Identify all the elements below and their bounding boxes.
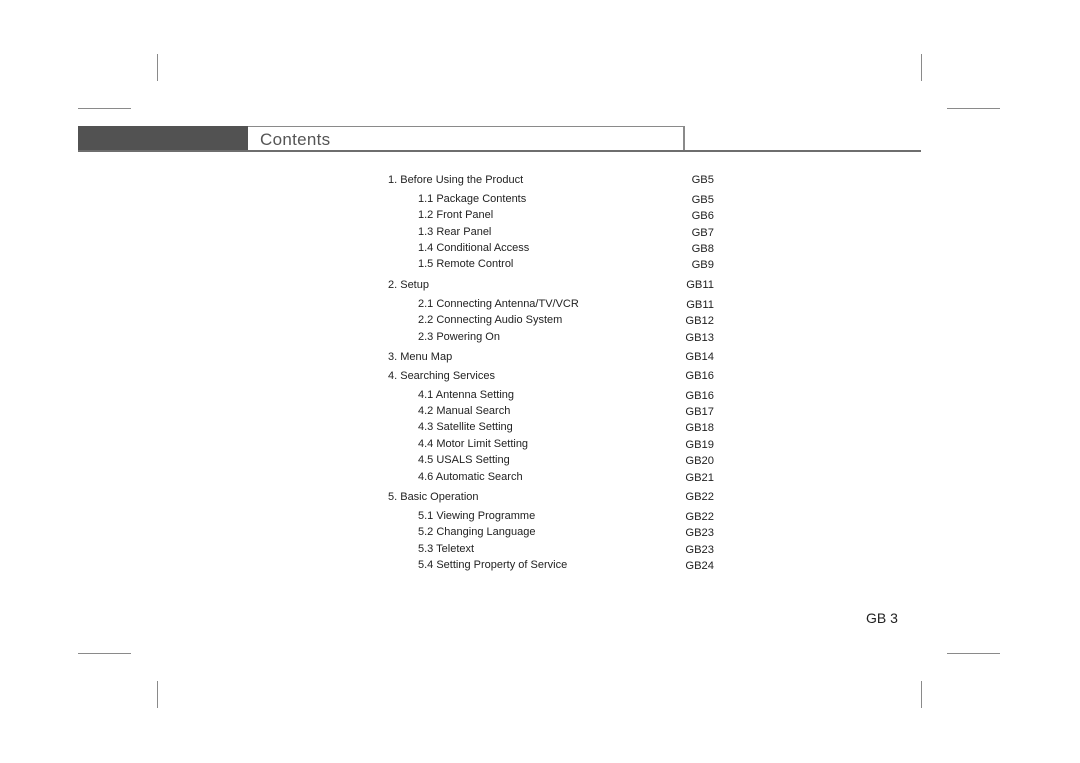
toc-item-label: 4.4 Motor Limit Setting bbox=[418, 437, 529, 450]
toc-item-page: GB23 bbox=[685, 543, 714, 556]
crop-mark-bottom-left-horizontal bbox=[78, 653, 131, 654]
toc-item-label: 5.4 Setting Property of Service bbox=[418, 559, 568, 572]
toc-item-label: 5.1 Viewing Programme bbox=[418, 509, 536, 522]
toc-section-page: GB5 bbox=[691, 174, 714, 186]
toc-item-label: 2.1 Connecting Antenna/TV/VCR bbox=[418, 297, 579, 310]
header-rule bbox=[78, 150, 921, 152]
toc-section[interactable]: 2. Setup GB11 bbox=[388, 277, 714, 293]
toc-item-page: GB21 bbox=[685, 471, 714, 484]
toc-item-label: 4.1 Antenna Setting bbox=[418, 388, 515, 401]
toc-item[interactable]: 1.1 Package Contents GB5 bbox=[388, 191, 714, 207]
page-number: GB 3 bbox=[866, 610, 898, 626]
toc-section-label: 5. Basic Operation bbox=[388, 491, 479, 504]
toc-section[interactable]: 1. Before Using the Product GB5 bbox=[388, 172, 714, 188]
toc-item-label: 2.3 Powering On bbox=[418, 330, 500, 343]
toc-spacer bbox=[388, 273, 714, 275]
toc-item[interactable]: 1.3 Rear Panel GB7 bbox=[388, 224, 714, 240]
toc-item-page: GB24 bbox=[685, 560, 714, 573]
toc-section-label: 2. Setup bbox=[388, 278, 429, 291]
toc-item[interactable]: 4.2 Manual Search GB17 bbox=[388, 403, 714, 419]
toc-item-page: GB8 bbox=[691, 243, 714, 256]
crop-mark-bottom-right-horizontal bbox=[947, 653, 1000, 654]
toc-item[interactable]: 4.1 Antenna Setting GB16 bbox=[388, 387, 714, 403]
toc-item[interactable]: 4.6 Automatic Search GB21 bbox=[388, 469, 714, 485]
toc-item-page: GB18 bbox=[685, 422, 714, 435]
toc-item-label: 5.3 Teletext bbox=[418, 542, 475, 555]
toc-section-page: GB22 bbox=[685, 491, 714, 504]
toc-item-page: GB11 bbox=[686, 298, 714, 311]
toc-section[interactable]: 3. Menu Map GB14 bbox=[388, 349, 714, 365]
toc-item-label: 1.4 Conditional Access bbox=[418, 242, 530, 255]
crop-mark-bottom-left-vertical bbox=[157, 681, 158, 708]
toc-item-page: GB17 bbox=[685, 406, 714, 419]
crop-mark-top-right-horizontal bbox=[947, 108, 1000, 109]
toc-item[interactable]: 4.4 Motor Limit Setting GB19 bbox=[388, 436, 714, 452]
toc-spacer bbox=[388, 345, 714, 347]
toc-item[interactable]: 1.4 Conditional Access GB8 bbox=[388, 240, 714, 256]
table-of-contents: 1. Before Using the Product GB5 1.1 Packag… bbox=[388, 172, 714, 573]
toc-item-label: 1.1 Package Contents bbox=[418, 192, 527, 205]
toc-section-label: 4. Searching Services bbox=[388, 369, 495, 382]
toc-item-page: GB12 bbox=[685, 315, 714, 328]
toc-section-label: 3. Menu Map bbox=[388, 350, 453, 363]
toc-item-page: GB5 bbox=[691, 193, 714, 206]
toc-section-page: GB16 bbox=[685, 369, 714, 382]
toc-section[interactable]: 4. Searching Services GB16 bbox=[388, 368, 714, 384]
toc-item-label: 4.2 Manual Search bbox=[418, 405, 511, 418]
toc-item-label: 2.2 Connecting Audio System bbox=[418, 314, 563, 327]
toc-item[interactable]: 5.2 Changing Language GB23 bbox=[388, 524, 714, 540]
toc-item-page: GB22 bbox=[685, 510, 714, 523]
toc-item[interactable]: 2.1 Connecting Antenna/TV/VCR GB11 bbox=[388, 296, 714, 312]
toc-item[interactable]: 1.2 Front Panel GB6 bbox=[388, 207, 714, 223]
toc-item-label: 4.5 USALS Setting bbox=[418, 454, 510, 467]
toc-item[interactable]: 4.3 Satellite Setting GB18 bbox=[388, 419, 714, 435]
crop-mark-bottom-right-vertical bbox=[921, 681, 922, 708]
toc-item-page: GB6 bbox=[691, 210, 714, 223]
header-dark-band bbox=[78, 126, 248, 151]
toc-item-label: 5.2 Changing Language bbox=[418, 526, 536, 539]
toc-item[interactable]: 5.3 Teletext GB23 bbox=[388, 541, 714, 557]
toc-section-page: GB14 bbox=[685, 350, 714, 363]
toc-item-page: GB9 bbox=[691, 259, 714, 272]
toc-item-label: 1.2 Front Panel bbox=[418, 209, 494, 222]
toc-item-page: GB20 bbox=[685, 455, 714, 468]
toc-item-label: 1.3 Rear Panel bbox=[418, 225, 492, 238]
toc-spacer bbox=[388, 485, 714, 487]
crop-mark-top-right-vertical bbox=[921, 54, 922, 81]
toc-item-label: 1.5 Remote Control bbox=[418, 258, 514, 271]
toc-item-page: GB23 bbox=[685, 527, 714, 540]
page-title: Contents bbox=[260, 130, 331, 149]
crop-mark-top-left-vertical bbox=[157, 54, 158, 81]
toc-item[interactable]: 2.2 Connecting Audio System GB12 bbox=[388, 312, 714, 328]
toc-item-page: GB7 bbox=[691, 226, 714, 239]
toc-section[interactable]: 5. Basic Operation GB22 bbox=[388, 489, 714, 505]
toc-section-label: 1. Before Using the Product bbox=[388, 174, 524, 186]
toc-item-label: 4.3 Satellite Setting bbox=[418, 421, 513, 434]
header-title-box: Contents bbox=[248, 126, 685, 151]
toc-item[interactable]: 1.5 Remote Control GB9 bbox=[388, 256, 714, 272]
toc-item[interactable]: 4.5 USALS Setting GB20 bbox=[388, 452, 714, 468]
toc-section-page: GB11 bbox=[686, 278, 714, 291]
toc-item[interactable]: 2.3 Powering On GB13 bbox=[388, 329, 714, 345]
toc-item-page: GB16 bbox=[685, 389, 714, 402]
crop-mark-top-left-horizontal bbox=[78, 108, 131, 109]
toc-item-page: GB13 bbox=[685, 331, 714, 344]
toc-item-page: GB19 bbox=[685, 438, 714, 451]
toc-item[interactable]: 5.1 Viewing Programme GB22 bbox=[388, 508, 714, 524]
toc-item[interactable]: 5.4 Setting Property of Service GB24 bbox=[388, 557, 714, 573]
toc-item-label: 4.6 Automatic Search bbox=[418, 470, 523, 483]
